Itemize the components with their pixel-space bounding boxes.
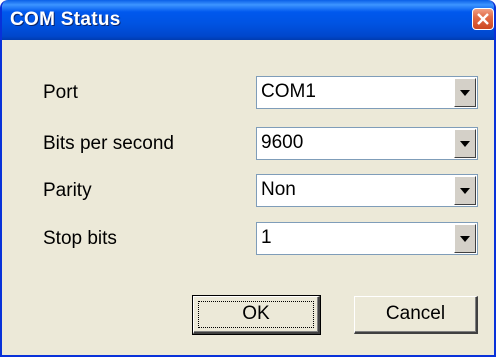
stop-bits-label: Stop bits <box>43 228 117 249</box>
parity-select[interactable]: Non <box>256 174 478 207</box>
chevron-down-icon <box>460 188 470 194</box>
com-status-dialog: COM Status Port COM1 Bits per second 960… <box>0 0 496 357</box>
bits-per-second-dropdown-button[interactable] <box>454 129 476 158</box>
stop-bits-select[interactable]: 1 <box>256 222 478 255</box>
chevron-down-icon <box>460 236 470 242</box>
parity-value: Non <box>261 179 296 200</box>
stop-bits-row: Stop bits 1 <box>2 222 492 256</box>
port-row: Port COM1 <box>2 76 492 110</box>
parity-label: Parity <box>43 180 92 201</box>
stop-bits-dropdown-button[interactable] <box>454 224 476 253</box>
bits-per-second-select[interactable]: 9600 <box>256 127 478 160</box>
bits-per-second-label: Bits per second <box>43 133 174 154</box>
parity-row: Parity Non <box>2 174 492 208</box>
chevron-down-icon <box>460 90 470 96</box>
baud-row: Bits per second 9600 <box>2 127 492 161</box>
close-button[interactable] <box>472 8 494 30</box>
port-value: COM1 <box>261 81 316 102</box>
focus-rectangle <box>198 301 314 328</box>
title-bar[interactable]: COM Status <box>2 0 494 40</box>
stop-bits-value: 1 <box>261 227 272 248</box>
ok-button[interactable]: OK <box>192 295 321 335</box>
port-label: Port <box>43 82 78 103</box>
close-icon <box>477 13 489 25</box>
chevron-down-icon <box>460 141 470 147</box>
dialog-title: COM Status <box>10 9 121 30</box>
cancel-button-label: Cancel <box>385 303 446 324</box>
port-dropdown-button[interactable] <box>454 78 476 107</box>
bits-per-second-value: 9600 <box>261 132 304 153</box>
parity-dropdown-button[interactable] <box>454 176 476 205</box>
cancel-button[interactable]: Cancel <box>354 296 478 334</box>
port-select[interactable]: COM1 <box>256 76 478 109</box>
